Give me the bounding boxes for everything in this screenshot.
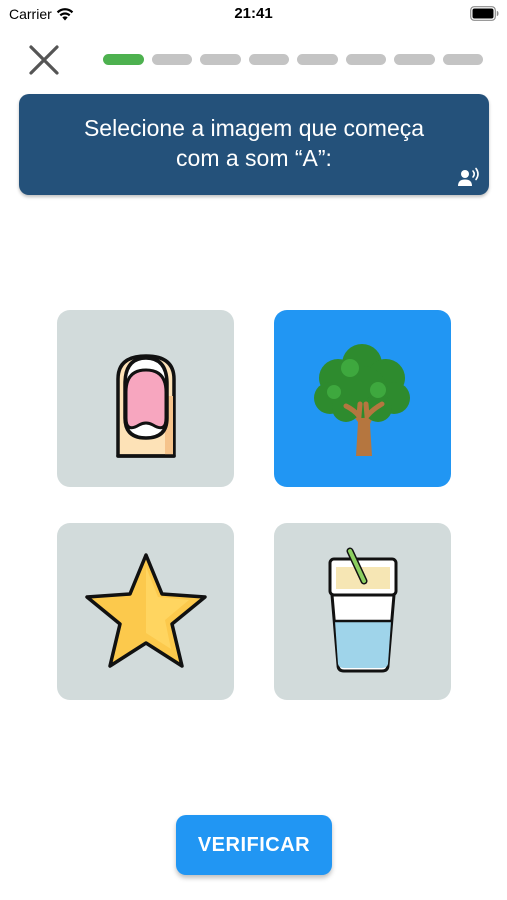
progress-segment bbox=[151, 54, 192, 65]
fingernail-icon bbox=[115, 353, 176, 458]
option-card-tree[interactable] bbox=[274, 310, 451, 487]
battery-icon bbox=[470, 6, 499, 21]
status-bar: Carrier 21:41 bbox=[0, 0, 507, 28]
question-prompt: Selecione a imagem que começa com a som … bbox=[19, 94, 489, 195]
progress-segment bbox=[394, 54, 435, 65]
lesson-progress-bar bbox=[103, 54, 483, 66]
prompt-text: Selecione a imagem que começa com a som … bbox=[39, 113, 469, 173]
prompt-line-1: Selecione a imagem que começa bbox=[83, 115, 425, 141]
progress-segment bbox=[248, 54, 289, 65]
play-audio-button[interactable] bbox=[457, 167, 481, 187]
option-card-star[interactable] bbox=[57, 523, 234, 700]
progress-segment bbox=[345, 54, 386, 65]
progress-segment bbox=[297, 54, 338, 65]
progress-segment bbox=[442, 54, 483, 65]
progress-segment bbox=[103, 54, 144, 65]
status-time: 21:41 bbox=[234, 5, 273, 22]
verify-button[interactable]: VERIFICAR bbox=[176, 815, 332, 875]
progress-segment bbox=[200, 54, 241, 65]
prompt-line-2: com a som “A”: bbox=[176, 145, 332, 171]
speaker-person-icon bbox=[458, 167, 479, 186]
option-card-drink[interactable] bbox=[274, 523, 451, 700]
drink-cup-icon bbox=[328, 547, 397, 672]
tree-icon bbox=[313, 343, 410, 456]
close-button[interactable] bbox=[26, 42, 62, 78]
star-icon bbox=[84, 552, 207, 668]
close-icon bbox=[29, 45, 59, 75]
option-card-nail[interactable] bbox=[57, 310, 234, 487]
